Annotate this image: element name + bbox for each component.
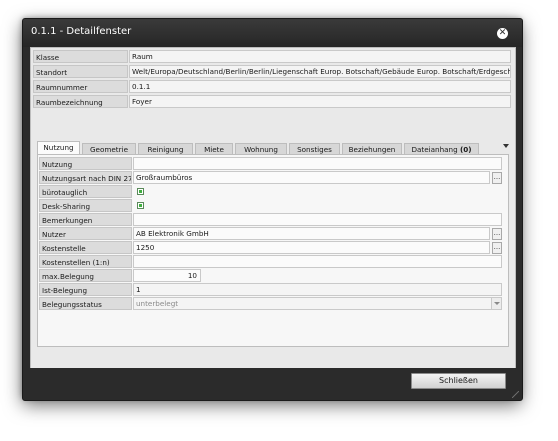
belegungsstatus-value: unterbelegt (136, 299, 179, 308)
content-area: Klasse Raum Standort Welt/Europa/Deutsch… (30, 47, 516, 369)
field-label-bemerkungen: Bemerkungen (39, 213, 132, 226)
buerotauglich-checkbox[interactable] (137, 188, 144, 195)
close-button[interactable]: Schließen (411, 373, 506, 389)
field-label-nutzungsart: Nutzungsart nach DIN 277 (39, 171, 132, 184)
close-icon[interactable]: ✕ (497, 28, 508, 39)
title-bar[interactable]: 0.1.1 - Detailfenster ✕ (23, 19, 522, 47)
field-value-nutzung[interactable] (133, 157, 502, 170)
field-value-kostenstellen-1n[interactable] (133, 255, 502, 268)
window-title: 0.1.1 - Detailfenster (31, 26, 132, 37)
field-value-raumbezeichnung: Foyer (129, 95, 511, 108)
field-value-standort: Welt/Europa/Deutschland/Berlin/Berlin/Li… (129, 65, 511, 78)
field-value-klasse: Raum (129, 50, 511, 63)
field-label-standort: Standort (33, 65, 128, 78)
field-label-belegungsstatus: Belegungsstatus (39, 297, 132, 310)
chevron-down-icon[interactable] (491, 298, 501, 309)
field-label-ist-belegung: Ist-Belegung (39, 283, 132, 296)
field-label-kostenstellen-1n: Kostenstellen (1:n) (39, 255, 132, 268)
tab-nutzung[interactable]: Nutzung (37, 141, 80, 155)
field-label-nutzung: Nutzung (39, 157, 132, 170)
field-label-raumbezeichnung: Raumbezeichnung (33, 95, 128, 108)
tab-overflow-icon[interactable] (503, 144, 509, 148)
nutzer-browse-button[interactable]: ... (492, 228, 502, 240)
field-value-ist-belegung: 1 (133, 283, 502, 296)
field-value-kostenstelle[interactable]: 1250 (133, 241, 490, 254)
field-label-max-belegung: max.Belegung (39, 269, 132, 282)
field-value-nutzungsart[interactable]: Großraumbüros (133, 171, 490, 184)
field-label-kostenstelle: Kostenstelle (39, 241, 132, 254)
desk-sharing-checkbox[interactable] (137, 202, 144, 209)
field-label-raumnummer: Raumnummer (33, 80, 128, 93)
field-value-bemerkungen[interactable] (133, 213, 502, 226)
tab-bar: Nutzung Geometrie Reinigung Miete Wohnun… (37, 141, 509, 155)
window-footer: Schließen (23, 368, 522, 400)
nutzungsart-browse-button[interactable]: ... (492, 172, 502, 184)
field-label-klasse: Klasse (33, 50, 128, 63)
tab-dateianhang-count: (0) (459, 145, 472, 154)
tab-dateianhang-label: Dateianhang (411, 145, 458, 154)
field-label-desk-sharing: Desk-Sharing (39, 199, 132, 212)
nutzung-panel: Nutzung Nutzungsart nach DIN 277 Großrau… (37, 154, 509, 347)
field-value-nutzer[interactable]: AB Elektronik GmbH (133, 227, 490, 240)
detail-window: 0.1.1 - Detailfenster ✕ Klasse Raum Stan… (22, 18, 523, 401)
belegungsstatus-select[interactable]: unterbelegt (133, 297, 502, 310)
kostenstelle-browse-button[interactable]: ... (492, 242, 502, 254)
field-value-raumnummer: 0.1.1 (129, 80, 511, 93)
field-label-nutzer: Nutzer (39, 227, 132, 240)
field-value-max-belegung[interactable]: 10 (133, 269, 201, 282)
resize-grip-icon[interactable] (512, 391, 519, 398)
field-label-buerotauglich: bürotauglich (39, 185, 132, 198)
